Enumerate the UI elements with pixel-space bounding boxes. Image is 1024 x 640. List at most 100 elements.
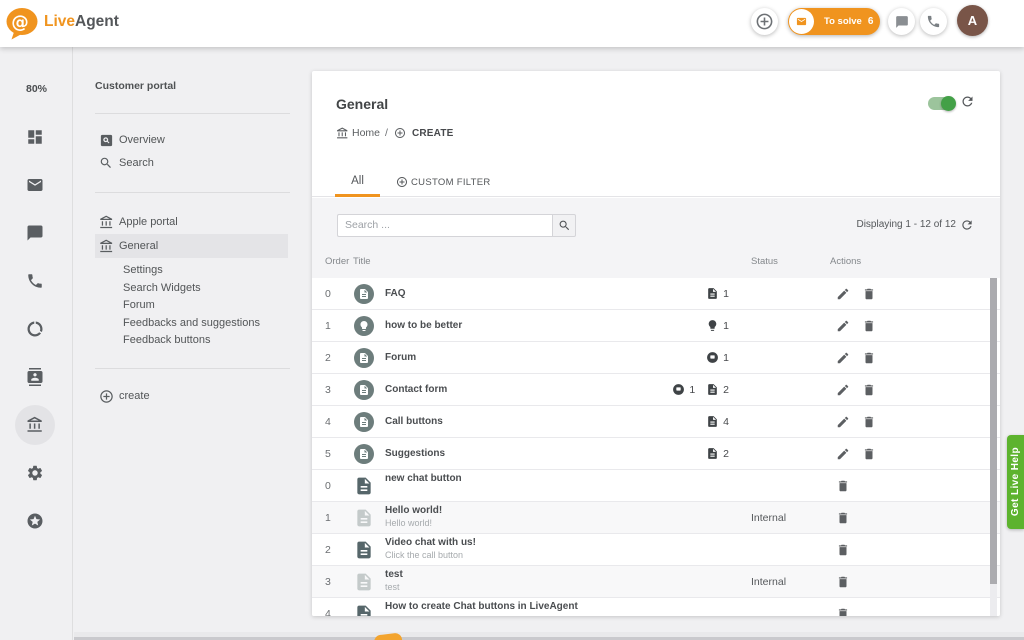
delete-icon (836, 575, 850, 589)
delete-button[interactable] (836, 575, 850, 589)
edit-button[interactable] (836, 415, 850, 429)
table-row[interactable]: 5 Suggestions 2 (312, 438, 1000, 470)
delete-button[interactable] (862, 447, 876, 461)
column-title: Title (353, 256, 371, 267)
refresh-button[interactable] (960, 94, 975, 109)
sidebar-item-apple-portal[interactable]: Apple portal (95, 210, 288, 234)
table-refresh-button[interactable] (960, 218, 974, 232)
tab-all[interactable]: All (335, 167, 380, 197)
file-icon (354, 476, 374, 496)
row-order: 2 (325, 534, 331, 566)
sidebar-item-label: Search Widgets (123, 282, 201, 294)
rail-item-data-usage[interactable] (17, 311, 53, 347)
table-row[interactable]: 2Video chat with us!Click the call butto… (312, 534, 1000, 566)
search-button[interactable] (552, 214, 576, 237)
row-order: 3 (325, 374, 331, 406)
header-actions: To solve 6 A (0, 0, 1024, 47)
get-live-help-button[interactable]: Get Live Help (1007, 435, 1024, 529)
edit-button[interactable] (836, 447, 850, 461)
rail-item-chat[interactable] (17, 215, 53, 251)
table-row[interactable]: 3testtestInternal (312, 566, 1000, 598)
row-title: Suggestions (385, 438, 445, 470)
breadcrumb-home[interactable]: Home (352, 127, 380, 139)
breadcrumb-create[interactable]: CREATE (412, 128, 454, 139)
row-actions (836, 534, 850, 566)
rail-item-bank[interactable] (17, 407, 53, 443)
envelope-icon (796, 16, 807, 27)
edit-button[interactable] (836, 319, 850, 333)
rail-item-contacts[interactable] (17, 359, 53, 395)
table-row[interactable]: 3Contact form12 (312, 374, 1000, 406)
doc-badge-icon (706, 415, 719, 428)
column-order: Order (325, 256, 349, 267)
delete-button[interactable] (836, 543, 850, 557)
row-order: 5 (325, 438, 331, 470)
file-light-icon (354, 508, 374, 528)
edit-button[interactable] (836, 351, 850, 365)
count-badge: 2 (706, 447, 729, 460)
row-badges: 4 (706, 406, 729, 438)
sidebar-item-general[interactable]: General (95, 234, 288, 258)
sidebar-item-label: Settings (123, 264, 163, 276)
rail-item-dashboard[interactable] (17, 119, 53, 155)
chat-button[interactable] (888, 8, 915, 35)
row-subtitle: test (385, 582, 400, 592)
delete-button[interactable] (862, 319, 876, 333)
rail-item-email[interactable] (17, 167, 53, 203)
delete-button[interactable] (836, 607, 850, 617)
usage-percent: 80% (0, 83, 73, 95)
file-icon (354, 508, 374, 528)
sidebar-item-overview[interactable]: Overview (95, 128, 288, 152)
delete-button[interactable] (862, 287, 876, 301)
portal-enabled-toggle[interactable] (928, 97, 952, 110)
tab-custom-filter[interactable]: CUSTOM FILTER (396, 167, 491, 197)
sidebar-item-search[interactable]: Search (95, 151, 288, 175)
vertical-scrollbar-thumb[interactable] (990, 278, 997, 584)
table-row[interactable]: 1Hello world!Hello world!Internal (312, 502, 1000, 534)
row-title: how to be better (385, 310, 462, 342)
delete-icon (862, 351, 876, 365)
edit-button[interactable] (836, 287, 850, 301)
table-row[interactable]: 4How to create Chat buttons in LiveAgent (312, 598, 1000, 617)
article-icon (358, 384, 370, 396)
article-circle-icon (354, 284, 374, 304)
delete-icon (862, 287, 876, 301)
lightbulb-icon (358, 320, 370, 332)
table-header: Order Title Status Actions (312, 249, 1000, 278)
row-actions (836, 438, 876, 470)
tab-bar: All CUSTOM FILTER (312, 167, 1000, 197)
count-badge: 1 (706, 319, 729, 332)
row-actions (836, 470, 850, 502)
row-title: How to create Chat buttons in LiveAgent (385, 601, 578, 612)
delete-button[interactable] (836, 511, 850, 525)
article-circle-icon (354, 348, 374, 368)
rail-item-stars[interactable] (17, 503, 53, 539)
row-title: test (385, 569, 403, 580)
user-avatar[interactable]: A (957, 5, 988, 36)
sidebar-item-feedback-buttons[interactable]: Feedback buttons (95, 328, 288, 352)
table-row[interactable]: 2Forum1 (312, 342, 1000, 374)
phone-button[interactable] (920, 8, 947, 35)
sidebar-divider (95, 113, 290, 114)
search-input[interactable] (337, 214, 552, 237)
delete-button[interactable] (862, 383, 876, 397)
breadcrumb-separator: / (385, 127, 388, 139)
add-new-button[interactable] (751, 8, 778, 35)
table-row[interactable]: 1 how to be better 1 (312, 310, 1000, 342)
rail-item-phone[interactable] (17, 263, 53, 299)
table-row[interactable]: 0new chat button (312, 470, 1000, 502)
row-title: new chat button (385, 473, 462, 484)
delete-button[interactable] (862, 415, 876, 429)
edit-button[interactable] (836, 383, 850, 397)
row-order: 1 (325, 310, 331, 342)
table-row[interactable]: 0FAQ1 (312, 278, 1000, 310)
to-solve-button[interactable]: To solve 6 (788, 8, 880, 35)
table-row[interactable]: 4Call buttons4 (312, 406, 1000, 438)
delete-button[interactable] (862, 351, 876, 365)
delete-button[interactable] (836, 479, 850, 493)
rail-item-gear[interactable] (17, 455, 53, 491)
article-circle-icon (354, 412, 374, 432)
row-status: Internal (751, 566, 786, 598)
chat-icon (895, 15, 909, 29)
sidebar-item-create[interactable]: create (95, 384, 288, 408)
